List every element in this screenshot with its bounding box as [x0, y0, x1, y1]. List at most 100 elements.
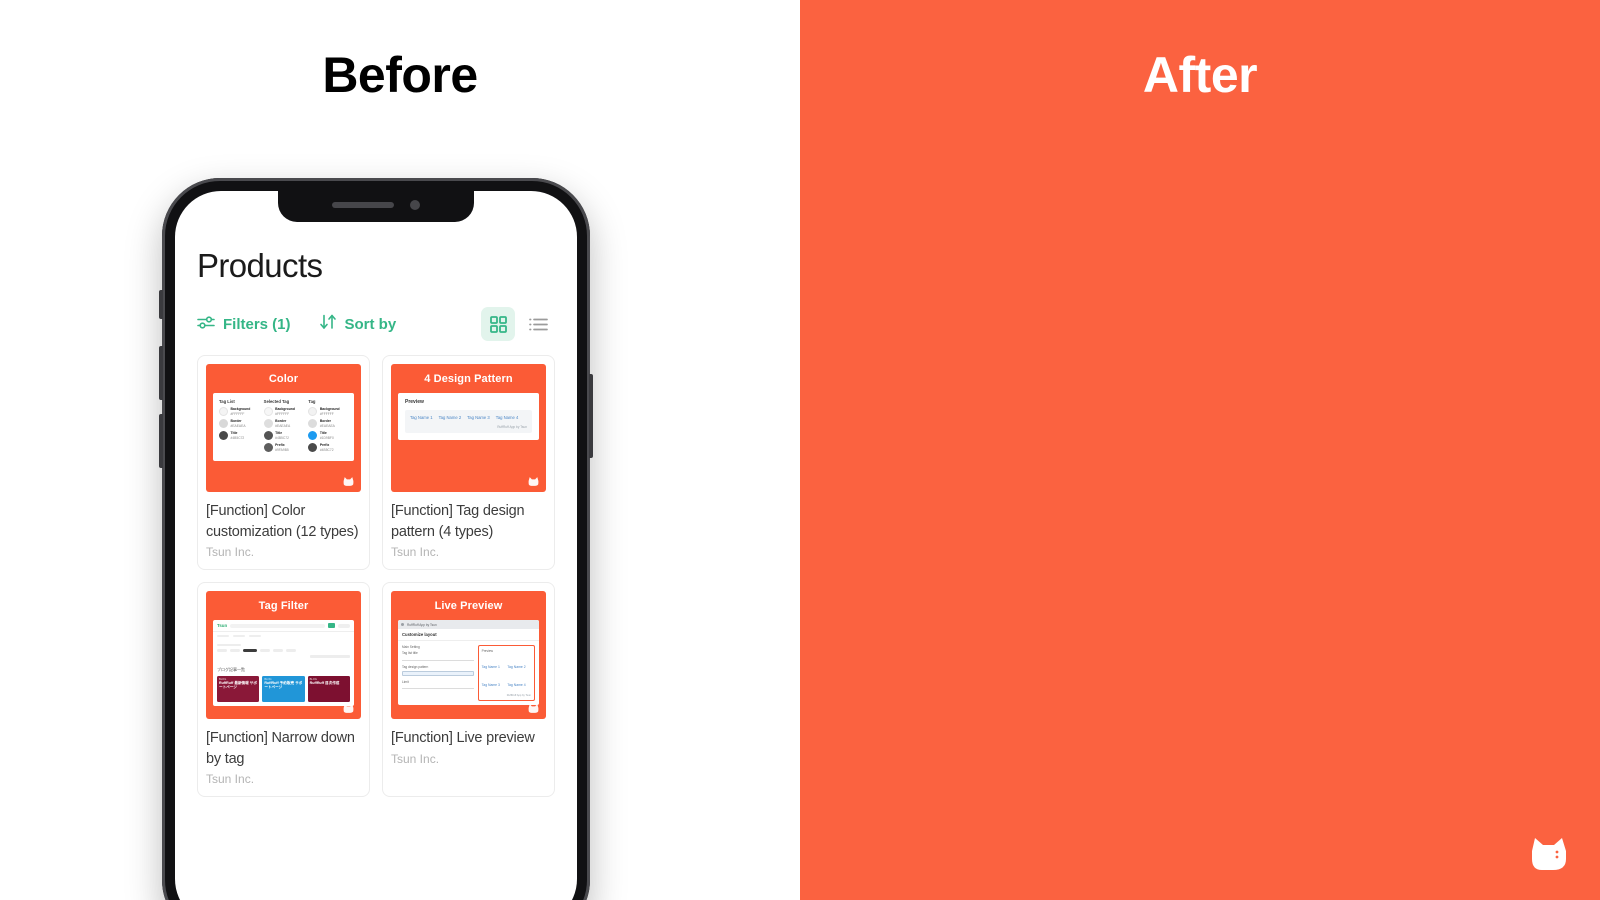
field-label: Tag design pattern: [402, 664, 429, 669]
color-swatch: [263, 431, 273, 440]
product-vendor: Tsun Inc.: [391, 751, 440, 766]
swatch-code: #FFFFFF: [319, 411, 334, 416]
dog-mascot-icon: [1532, 838, 1566, 870]
article-title: RuffRuff 予約販売 サポートページ: [264, 680, 303, 690]
window-dot-icon: [401, 623, 404, 627]
list-icon: [528, 318, 548, 330]
thumbnail-body: RuffRuff App by Tsun Customize layout Ma…: [398, 620, 539, 706]
front-camera-icon: [410, 199, 420, 210]
swatch-code: #9FA9B5: [275, 447, 289, 452]
grid-view-button[interactable]: [481, 307, 515, 341]
color-swatch: [219, 419, 228, 428]
preview-heading: Preview: [481, 649, 493, 654]
article-title: RuffRuff 最新情報 サポートページ: [219, 680, 257, 690]
browser-accent-button: [328, 623, 335, 629]
color-swatch: [308, 407, 318, 416]
after-panel: After #Free Plan #Light Plan #Regular Pl…: [800, 0, 1600, 900]
window-title: RuffRuff App by Tsun: [407, 622, 437, 627]
product-thumbnail: 4 Design Pattern Preview Tag Name 1 Tag …: [391, 364, 546, 492]
browser-nav-item: [233, 634, 245, 638]
browser-section-title: ブログ記事一覧: [217, 666, 245, 672]
sort-by-label: Sort by: [344, 315, 397, 333]
swatch-code: #FFFFFF: [230, 411, 245, 416]
thumbnail-body: Tag List Background #FFFFFF Border #EAEAEA…: [213, 393, 354, 461]
product-thumbnail: Color Tag List Background #FFFFFF Border #…: [206, 364, 361, 492]
browser-article-card: BLOG RuffRuff 最新情報 サポートページ: [217, 675, 260, 702]
swatch-code: #4B5C72: [319, 447, 334, 452]
preview-tag: Tag Name 1: [481, 665, 500, 670]
color-swatch: [308, 419, 318, 428]
color-swatch: [263, 443, 273, 452]
product-title: [Function] Live preview: [391, 730, 535, 747]
phone-mute-switch-before[interactable]: [159, 290, 163, 319]
before-heading: Before: [322, 47, 478, 103]
browser-article-card: BLOG RuffRuff 予約販売 サポートページ: [262, 675, 305, 702]
preview-credit: RuffRuff App by Tsun: [506, 694, 531, 698]
product-card[interactable]: Color Tag List Background #FFFFFF Border #…: [197, 355, 370, 571]
product-thumbnail: Live Preview RuffRuff App by Tsun Custom…: [391, 591, 546, 720]
page-title: Products: [197, 247, 323, 284]
swatch-column-heading: Tag List: [219, 399, 235, 404]
thumbnail-body: Preview Tag Name 1 Tag Name 2 Tag Name 3…: [398, 393, 539, 440]
grid-icon: [489, 315, 507, 333]
preview-tag: Tag Name 3: [481, 683, 500, 688]
browser-nav-item: [249, 634, 261, 638]
preview-tag: Tag Name 2: [507, 665, 526, 670]
list-view-button[interactable]: [521, 307, 555, 341]
phone-notch-before: [278, 191, 474, 222]
browser-search-bar: [230, 623, 325, 628]
swatch-code: #4B5C72: [275, 435, 289, 440]
article-title: RuffRuff 目次作成: [309, 680, 340, 685]
color-swatch: [263, 407, 273, 416]
panel-heading: Customize layout: [398, 629, 539, 642]
swatch-code: #FFFFFF: [275, 411, 290, 416]
dog-mascot-icon: [343, 477, 354, 486]
preview-tag: Tag Name 3: [467, 415, 490, 420]
product-card[interactable]: Live Preview RuffRuff App by Tsun Custom…: [382, 582, 555, 798]
before-panel: Before Products Filters (1) Sort by Colo…: [0, 0, 800, 900]
phone-volume-down-before[interactable]: [159, 414, 163, 468]
color-swatch: [219, 431, 228, 440]
browser-nav-item: [217, 634, 229, 638]
filters-button[interactable]: Filters (1): [197, 315, 291, 334]
swatch-column: Tag Background #FFFFFF Border #EAEAEA Titl…: [308, 399, 349, 455]
product-toolbar-before: Filters (1) Sort by: [197, 307, 555, 341]
filter-sliders-icon: [197, 315, 216, 334]
color-swatch: [263, 419, 273, 428]
product-title: [Function] Color customization (12 types…: [206, 503, 359, 540]
preview-heading: Preview: [405, 399, 424, 405]
product-vendor: Tsun Inc.: [206, 772, 255, 787]
dog-mascot-icon: [528, 477, 539, 486]
swatch-code: #EAEAEA: [230, 423, 246, 428]
app-content-before: Products Filters (1) Sort by Color Tag L…: [175, 191, 577, 900]
product-vendor: Tsun Inc.: [391, 545, 440, 560]
product-card[interactable]: 4 Design Pattern Preview Tag Name 1 Tag …: [382, 355, 555, 571]
swatch-column-heading: Tag: [308, 399, 316, 404]
swatch-column: Tag List Background #FFFFFF Border #EAEAEA…: [219, 399, 260, 455]
product-grid-before: Color Tag List Background #FFFFFF Border #…: [197, 355, 555, 798]
thumbnail-body: Tsun ブログ記事一覧 BLOG RuffRuff 最新情報 サポートページ …: [213, 620, 354, 706]
swatch-code: #4B5C72: [230, 435, 245, 440]
swatch-column: Selected Tag Background #FFFFFF Border #EA…: [263, 399, 305, 455]
product-card[interactable]: Tag Filter Tsun ブログ記事一覧 BLOG RuffRuff 最新…: [197, 582, 370, 798]
browser-article-card: BLOG RuffRuff 目次作成: [307, 675, 350, 702]
phone-volume-up-before[interactable]: [159, 346, 163, 400]
preview-tag: Tag Name 1: [410, 415, 433, 420]
thumbnail-title: 4 Design Pattern: [424, 373, 513, 385]
sort-by-button[interactable]: Sort by: [319, 314, 397, 334]
field-label: Tag list title: [402, 651, 418, 656]
browser-cart-button: [338, 623, 350, 628]
swatch-code: #1D9BF0: [319, 435, 334, 440]
color-swatch: [219, 407, 228, 416]
section-label: Main Setting: [402, 645, 420, 650]
thumbnail-title: Tag Filter: [258, 600, 309, 613]
after-heading: After: [1142, 47, 1258, 103]
field-label: Limit: [402, 679, 409, 684]
browser-logo: Tsun: [217, 623, 228, 629]
phone-mockup-before: Products Filters (1) Sort by Color Tag L…: [159, 178, 593, 900]
preview-tag: Tag Name 4: [495, 415, 519, 420]
phone-power-button-before[interactable]: [589, 374, 593, 458]
phone-screen-before: Products Filters (1) Sort by Color Tag L…: [175, 191, 577, 900]
swatch-code: #EAEAEA: [275, 423, 291, 428]
dog-mascot-icon: [528, 704, 539, 713]
